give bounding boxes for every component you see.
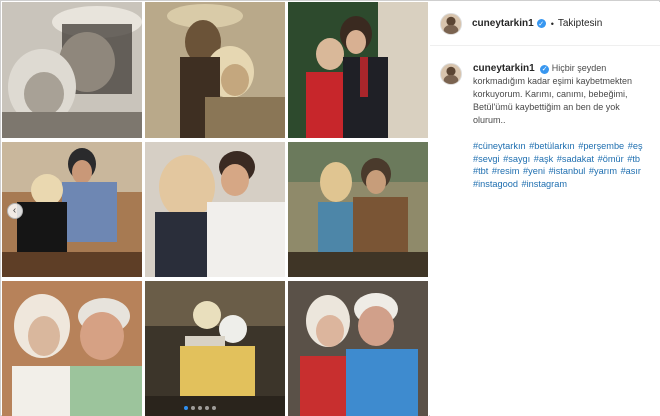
photo-6 — [288, 142, 428, 277]
hashtag-link[interactable]: #aşk — [534, 154, 553, 164]
chevron-left-icon: ‹ — [12, 205, 17, 216]
photo-2 — [145, 2, 285, 138]
photo-5 — [145, 142, 285, 277]
carousel-prev-button[interactable]: ‹ — [7, 203, 23, 219]
separator: • — [550, 18, 554, 29]
carousel-dot — [212, 406, 216, 410]
photo-3 — [288, 2, 428, 138]
hashtag-link[interactable]: #eş — [628, 141, 643, 151]
carousel-dot — [184, 406, 188, 410]
hashtag-link[interactable]: #perşembe — [578, 141, 624, 151]
post-header: cuneytarkin1 ✓ • Takiptesin — [430, 2, 660, 46]
carousel-dots — [184, 406, 216, 410]
instagram-post-frame: ‹ cuneytarkin1 ✓ • Takiptesin cuneytarki… — [0, 0, 660, 416]
hashtag-link[interactable]: #yarım — [589, 166, 617, 176]
hashtag-link[interactable]: #tb — [627, 154, 640, 164]
hashtag-link[interactable]: #istanbul — [549, 166, 586, 176]
caption-username-link[interactable]: cuneytarkin1 — [473, 63, 535, 74]
post-side-panel: cuneytarkin1 ✓ • Takiptesin cuneytarkin1… — [430, 2, 660, 416]
hashtag-link[interactable]: #cüneytarkın — [473, 141, 526, 151]
hashtag-link[interactable]: #asır — [621, 166, 641, 176]
hashtag-link[interactable]: #instagood — [473, 179, 518, 189]
carousel-dot — [205, 406, 209, 410]
carousel-dot — [191, 406, 195, 410]
hashtag-link[interactable]: #sadakat — [557, 154, 594, 164]
caption-body: cuneytarkin1 ✓ Hiçbir şeyden korkmadığım… — [473, 62, 653, 190]
verified-badge-icon: ✓ — [540, 65, 550, 74]
photo-7 — [2, 281, 142, 416]
photo-1 — [2, 2, 142, 138]
photo-9 — [288, 281, 428, 416]
hashtag-link[interactable]: #saygı — [503, 154, 530, 164]
hashtag-link[interactable]: #ömür — [598, 154, 624, 164]
hashtag-link[interactable]: #betülarkın — [529, 141, 574, 151]
username-link[interactable]: cuneytarkin1 — [472, 18, 534, 29]
photo-8 — [145, 281, 285, 416]
carousel-dot — [198, 406, 202, 410]
hashtag-link[interactable]: #tbt — [473, 166, 488, 176]
follow-status-button[interactable]: Takiptesin — [558, 18, 602, 29]
hashtag-link[interactable]: #sevgi — [473, 154, 500, 164]
avatar[interactable] — [440, 12, 462, 35]
photo-grid[interactable] — [2, 2, 429, 416]
verified-badge-icon: ✓ — [536, 19, 546, 28]
hashtag-link[interactable]: #instagram — [522, 179, 567, 189]
hashtag-list: #cüneytarkın #betülarkın #perşembe #eş #… — [473, 140, 653, 190]
hashtag-link[interactable]: #resim — [492, 166, 520, 176]
photo-4 — [2, 142, 142, 277]
caption-block: cuneytarkin1 ✓ Hiçbir şeyden korkmadığım… — [440, 62, 654, 190]
hashtag-link[interactable]: #yeni — [523, 166, 545, 176]
avatar[interactable] — [440, 63, 462, 85]
